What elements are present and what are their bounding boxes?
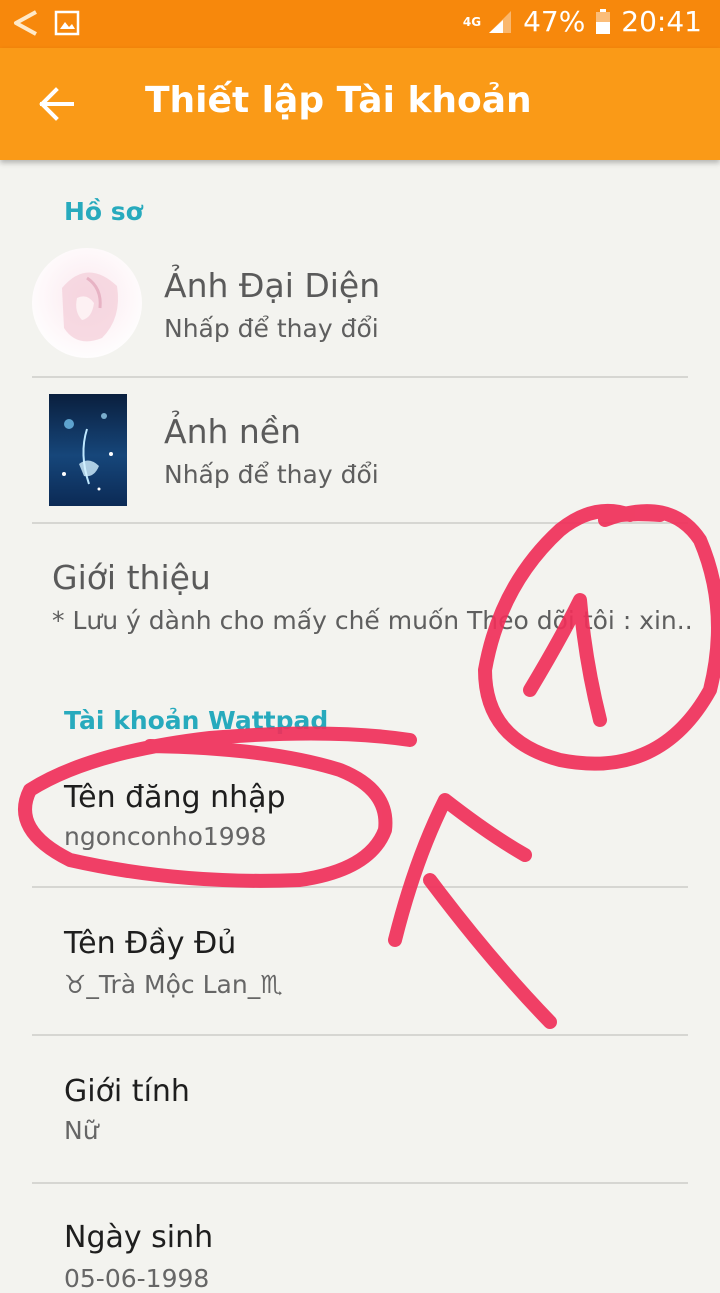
- divider: [32, 522, 688, 524]
- background-setting-row[interactable]: Ảnh nền Nhấp để thay đổi: [32, 394, 688, 514]
- status-bar: 4G 47% 20:41: [0, 0, 720, 48]
- intro-title: Giới thiệu: [52, 558, 211, 597]
- cover-image: [49, 394, 127, 506]
- gender-row[interactable]: Giới tính Nữ: [32, 1054, 688, 1178]
- avatar-title: Ảnh Đại Diện: [164, 266, 381, 305]
- page-title: Thiết lập Tài khoản: [145, 80, 532, 121]
- background-subtitle: Nhấp để thay đổi: [164, 460, 379, 489]
- fullname-row[interactable]: Tên Đầy Đủ ♉_Trà Mộc Lan_♏: [32, 906, 688, 1030]
- gender-value: Nữ: [64, 1116, 99, 1145]
- birthday-label: Ngày sinh: [64, 1220, 214, 1255]
- birthday-row[interactable]: Ngày sinh 05-06-1998: [32, 1200, 688, 1293]
- image-icon: [54, 10, 80, 36]
- divider: [32, 1182, 688, 1184]
- avatar-setting-row[interactable]: Ảnh Đại Diện Nhấp để thay đổi: [32, 248, 688, 368]
- signal-icon: [489, 10, 512, 33]
- gender-label: Giới tính: [64, 1074, 190, 1109]
- network-type: 4G: [462, 14, 482, 29]
- section-header-profile: Hồ sơ: [64, 197, 143, 226]
- birthday-value: 05-06-1998: [64, 1264, 210, 1293]
- divider: [32, 886, 688, 888]
- battery-percent: 47%: [523, 5, 586, 38]
- back-arrow-icon: [14, 10, 37, 36]
- avatar: [32, 248, 142, 358]
- fullname-value: ♉_Trà Mộc Lan_♏: [64, 970, 283, 999]
- clock: 20:41: [621, 5, 702, 38]
- divider: [32, 376, 688, 378]
- intro-text: * Lưu ý dành cho mấy chế muốn Theo dõi t…: [52, 606, 693, 635]
- app-bar: Thiết lập Tài khoản: [0, 48, 720, 160]
- fullname-label: Tên Đầy Đủ: [64, 926, 237, 961]
- divider: [32, 1034, 688, 1036]
- intro-setting-row[interactable]: Giới thiệu * Lưu ý dành cho mấy chế muốn…: [32, 540, 693, 660]
- section-header-account: Tài khoản Wattpad: [64, 706, 329, 735]
- background-title: Ảnh nền: [164, 412, 302, 451]
- username-label: Tên đăng nhập: [64, 780, 286, 815]
- back-arrow-icon[interactable]: [36, 84, 76, 124]
- battery-icon: [596, 8, 611, 34]
- username-value: ngonconho1998: [64, 822, 267, 851]
- avatar-subtitle: Nhấp để thay đổi: [164, 314, 379, 343]
- username-row[interactable]: Tên đăng nhập ngonconho1998: [32, 760, 688, 884]
